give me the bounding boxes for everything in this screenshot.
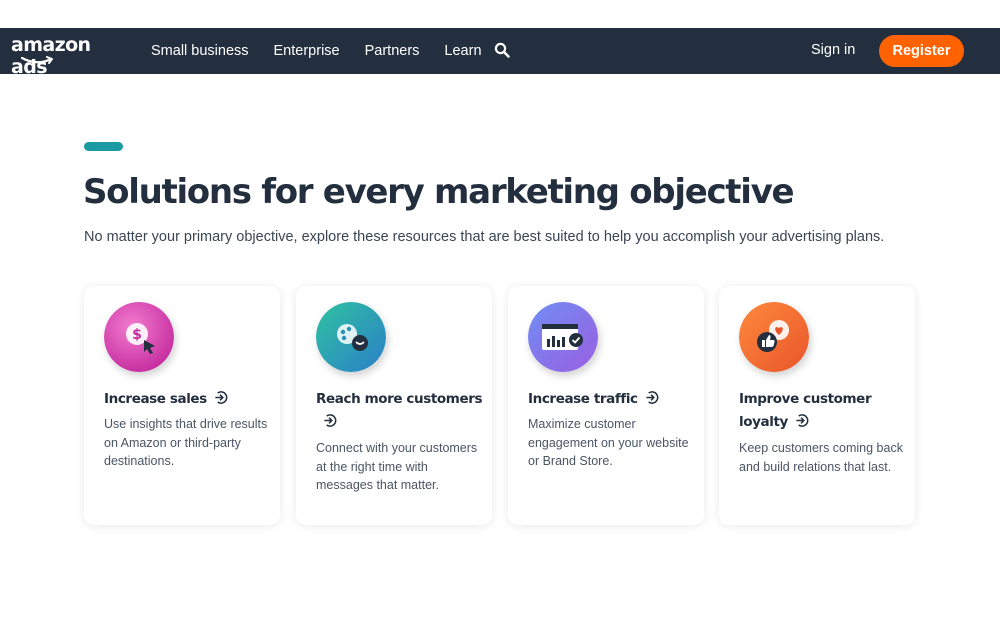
nav-link-enterprise[interactable]: Enterprise <box>274 43 340 59</box>
top-navigation-bar: amazon ads Small business Enterprise Par… <box>0 28 1000 78</box>
card-description: Connect with your customers at the right… <box>316 441 478 492</box>
card-title-text: Increase traffic <box>528 391 638 407</box>
card-description: Use insights that drive results on Amazo… <box>104 417 268 468</box>
amazon-ads-logo[interactable]: amazon ads <box>11 34 117 78</box>
card-title[interactable]: Increase sales <box>104 388 274 411</box>
nav-link-small-business[interactable]: Small business <box>151 43 249 59</box>
nav-link-learn[interactable]: Learn <box>444 43 481 59</box>
arrow-circle-icon <box>796 414 809 427</box>
card-increase-sales[interactable]: $ Increase sales Use insights that drive… <box>84 286 280 525</box>
main-nav: Small business Enterprise Partners Learn <box>151 28 507 74</box>
search-icon[interactable] <box>494 42 510 58</box>
people-chat-icon <box>316 302 386 372</box>
arrow-circle-icon <box>324 414 337 427</box>
card-title-text: Increase sales <box>104 391 207 407</box>
arrow-circle-icon <box>646 391 659 404</box>
accent-bar <box>84 142 123 151</box>
nav-link-partners[interactable]: Partners <box>365 43 420 59</box>
register-button[interactable]: Register <box>879 35 964 67</box>
smile-arrow-icon <box>21 56 53 64</box>
card-title[interactable]: Reach more customers <box>316 388 486 434</box>
page-title: Solutions for every marketing objective <box>83 172 795 212</box>
card-description: Maximize customer engagement on your web… <box>528 417 689 468</box>
dollar-cursor-icon: $ <box>104 302 174 372</box>
card-increase-traffic[interactable]: Increase traffic Maximize customer engag… <box>508 286 704 525</box>
page-subtitle: No matter your primary objective, explor… <box>84 229 885 245</box>
card-improve-customer-loyalty[interactable]: Improve customer loyalty Keep customers … <box>719 286 915 525</box>
svg-text:$: $ <box>132 327 142 343</box>
card-description: Keep customers coming back and build rel… <box>739 441 903 474</box>
thumbs-up-heart-icon <box>739 302 809 372</box>
card-title[interactable]: Increase traffic <box>528 388 698 411</box>
sign-in-link[interactable]: Sign in <box>811 42 855 58</box>
card-reach-more-customers[interactable]: Reach more customers Connect with your c… <box>296 286 492 525</box>
card-title[interactable]: Improve customer loyalty <box>739 388 909 434</box>
browser-chart-icon <box>528 302 598 372</box>
card-title-text: Reach more customers <box>316 391 483 407</box>
arrow-circle-icon <box>215 391 228 404</box>
